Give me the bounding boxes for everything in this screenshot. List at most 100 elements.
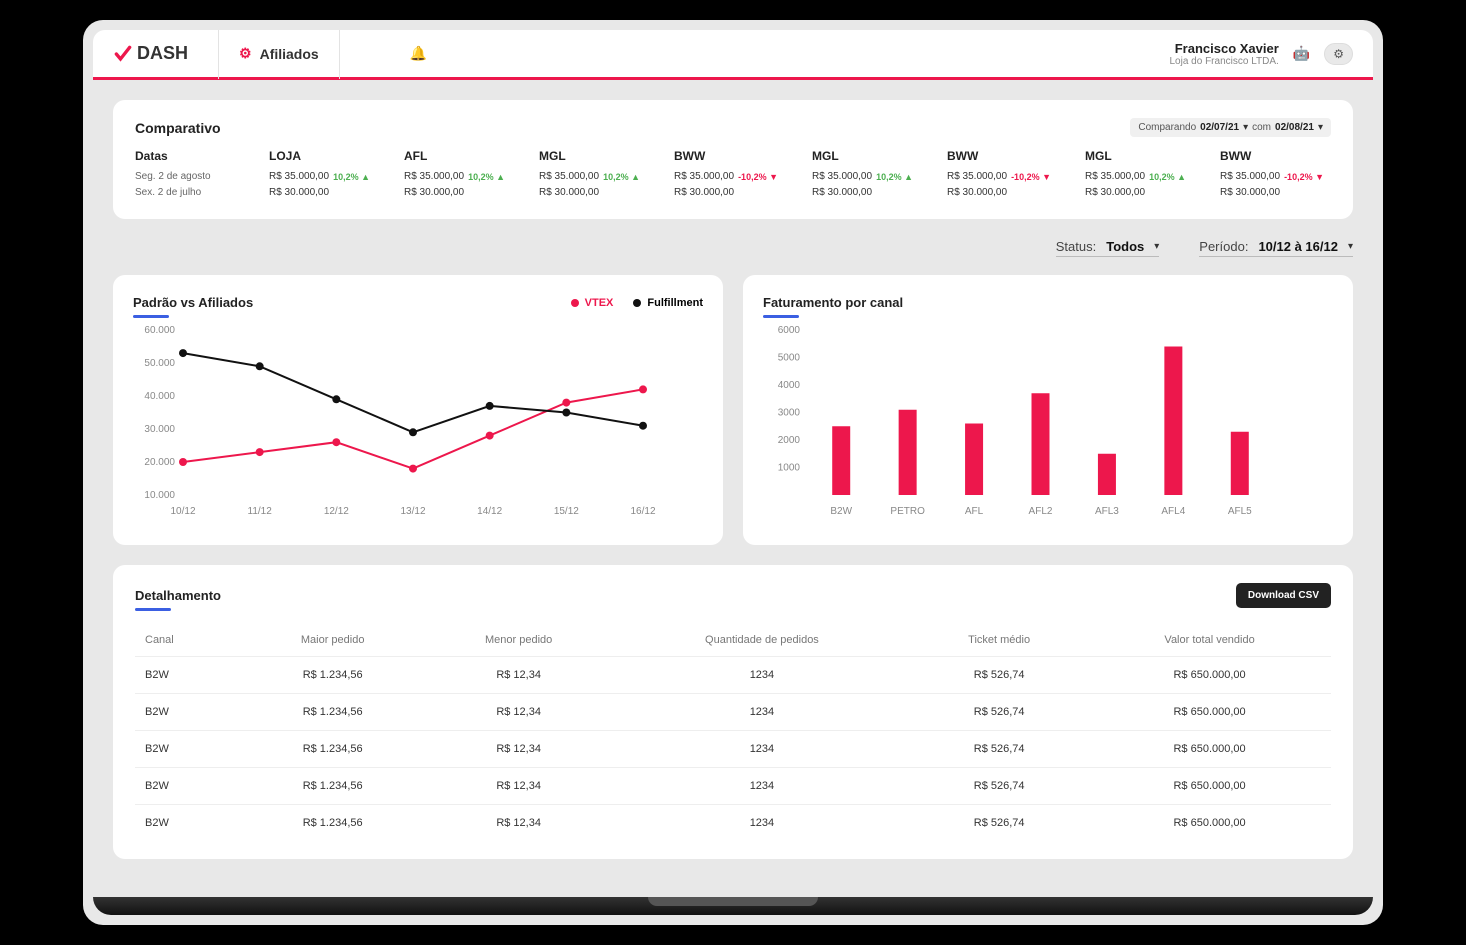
table-header: Ticket médio bbox=[910, 624, 1088, 657]
metric-value: R$ 35.000,00 -10,2% ▼ bbox=[1220, 169, 1324, 185]
metric-label: MGL bbox=[1085, 149, 1186, 163]
metric-column: LOJA R$ 35.000,00 10,2% ▲ R$ 30.000,00 bbox=[269, 149, 370, 201]
table-cell: R$ 650.000,00 bbox=[1088, 694, 1331, 731]
comparativo-card: Comparativo Comparando 02/07/21▾ com 02/… bbox=[113, 100, 1353, 219]
table-cell: R$ 526,74 bbox=[910, 731, 1088, 768]
metric-value: R$ 30.000,00 bbox=[269, 185, 370, 201]
bell-icon[interactable]: 🔔 bbox=[410, 45, 427, 62]
metric-value: R$ 35.000,00 10,2% ▲ bbox=[1085, 169, 1186, 185]
metric-label: BWW bbox=[947, 149, 1051, 163]
svg-text:40.000: 40.000 bbox=[144, 391, 175, 402]
svg-text:15/12: 15/12 bbox=[554, 506, 579, 517]
gear-icon[interactable]: ⚙ bbox=[1324, 43, 1353, 65]
svg-text:6000: 6000 bbox=[778, 325, 801, 336]
svg-text:B2W: B2W bbox=[830, 506, 852, 517]
metric-value: R$ 30.000,00 bbox=[674, 185, 778, 201]
table-cell: R$ 12,34 bbox=[424, 694, 614, 731]
chart-title: Faturamento por canal bbox=[763, 295, 903, 310]
affiliates-icon: ⚙ bbox=[239, 45, 252, 62]
top-bar: DASH ⚙ Afiliados 🔔 Francisco Xavier Loja… bbox=[93, 30, 1373, 80]
date-line: Sex. 2 de julho bbox=[135, 185, 235, 201]
metric-value: R$ 35.000,00 10,2% ▲ bbox=[404, 169, 505, 185]
chevron-down-icon: ▾ bbox=[1154, 241, 1159, 252]
breadcrumb[interactable]: ⚙ Afiliados bbox=[218, 30, 340, 79]
table-cell: R$ 650.000,00 bbox=[1088, 768, 1331, 805]
period-filter[interactable]: Período: 10/12 à 16/12 ▾ bbox=[1199, 239, 1353, 257]
table-header: Valor total vendido bbox=[1088, 624, 1331, 657]
svg-text:13/12: 13/12 bbox=[400, 506, 425, 517]
filters-bar: Status: Todos ▾ Período: 10/12 à 16/12 ▾ bbox=[113, 239, 1353, 257]
app-logo: DASH bbox=[113, 43, 188, 64]
chevron-down-icon: ▾ bbox=[1318, 122, 1323, 133]
table-row: B2WR$ 1.234,56R$ 12,341234R$ 526,74R$ 65… bbox=[135, 731, 1331, 768]
metric-value: R$ 30.000,00 bbox=[539, 185, 640, 201]
svg-text:60.000: 60.000 bbox=[144, 325, 175, 336]
metric-value: R$ 30.000,00 bbox=[1220, 185, 1324, 201]
line-chart-card: Padrão vs Afiliados VTEX Fulfillment 10.… bbox=[113, 275, 723, 545]
svg-text:AFL4: AFL4 bbox=[1161, 506, 1185, 517]
table-cell: B2W bbox=[135, 805, 242, 842]
table-cell: R$ 1.234,56 bbox=[242, 768, 424, 805]
svg-text:4000: 4000 bbox=[778, 380, 801, 391]
status-filter[interactable]: Status: Todos ▾ bbox=[1056, 239, 1160, 257]
svg-text:30.000: 30.000 bbox=[144, 424, 175, 435]
user-block[interactable]: Francisco Xavier Loja do Francisco LTDA. bbox=[1169, 41, 1278, 67]
bar-chart: 100020003000400050006000B2WPETROAFLAFL2A… bbox=[763, 320, 1283, 520]
svg-text:10.000: 10.000 bbox=[144, 490, 175, 501]
table-cell: R$ 1.234,56 bbox=[242, 805, 424, 842]
bar-chart-card: Faturamento por canal 100020003000400050… bbox=[743, 275, 1353, 545]
table-cell: B2W bbox=[135, 731, 242, 768]
table-cell: 1234 bbox=[614, 657, 910, 694]
metric-value: R$ 35.000,00 -10,2% ▼ bbox=[674, 169, 778, 185]
metric-column: MGL R$ 35.000,00 10,2% ▲ R$ 30.000,00 bbox=[812, 149, 913, 201]
svg-text:3000: 3000 bbox=[778, 408, 801, 419]
table-cell: R$ 650.000,00 bbox=[1088, 805, 1331, 842]
table-cell: 1234 bbox=[614, 694, 910, 731]
table-cell: R$ 1.234,56 bbox=[242, 657, 424, 694]
metric-value: R$ 35.000,00 10,2% ▲ bbox=[539, 169, 640, 185]
metric-column: MGL R$ 35.000,00 10,2% ▲ R$ 30.000,00 bbox=[1085, 149, 1186, 201]
metric-value: R$ 35.000,00 10,2% ▲ bbox=[812, 169, 913, 185]
table-cell: B2W bbox=[135, 694, 242, 731]
metric-column: BWW R$ 35.000,00 -10,2% ▼ R$ 30.000,00 bbox=[1220, 149, 1324, 201]
metric-value: R$ 30.000,00 bbox=[1085, 185, 1186, 201]
chevron-down-icon: ▾ bbox=[1243, 122, 1248, 133]
metric-column: BWW R$ 35.000,00 -10,2% ▼ R$ 30.000,00 bbox=[947, 149, 1051, 201]
table-cell: R$ 526,74 bbox=[910, 768, 1088, 805]
compare-range-selector[interactable]: Comparando 02/07/21▾ com 02/08/21▾ bbox=[1130, 118, 1331, 137]
metric-label: AFL bbox=[404, 149, 505, 163]
table-cell: R$ 526,74 bbox=[910, 694, 1088, 731]
robot-icon[interactable]: 🤖 bbox=[1293, 45, 1310, 62]
table-cell: R$ 12,34 bbox=[424, 657, 614, 694]
table-cell: R$ 526,74 bbox=[910, 657, 1088, 694]
svg-text:AFL3: AFL3 bbox=[1095, 506, 1119, 517]
chevron-down-icon: ▾ bbox=[1348, 241, 1353, 252]
metric-label: BWW bbox=[1220, 149, 1324, 163]
metric-value: R$ 30.000,00 bbox=[404, 185, 505, 201]
svg-text:16/12: 16/12 bbox=[630, 506, 655, 517]
table-header: Menor pedido bbox=[424, 624, 614, 657]
metric-value: R$ 35.000,00 10,2% ▲ bbox=[269, 169, 370, 185]
svg-text:10/12: 10/12 bbox=[170, 506, 195, 517]
table-cell: R$ 650.000,00 bbox=[1088, 731, 1331, 768]
table-cell: B2W bbox=[135, 768, 242, 805]
laptop-base bbox=[93, 897, 1373, 915]
table-cell: R$ 12,34 bbox=[424, 731, 614, 768]
svg-text:11/12: 11/12 bbox=[248, 506, 273, 517]
logo-text: DASH bbox=[137, 43, 188, 64]
metric-column: AFL R$ 35.000,00 10,2% ▲ R$ 30.000,00 bbox=[404, 149, 505, 201]
svg-text:14/12: 14/12 bbox=[477, 506, 502, 517]
detalhamento-table: CanalMaior pedidoMenor pedidoQuantidade … bbox=[135, 624, 1331, 841]
table-cell: 1234 bbox=[614, 805, 910, 842]
metric-column: MGL R$ 35.000,00 10,2% ▲ R$ 30.000,00 bbox=[539, 149, 640, 201]
svg-text:5000: 5000 bbox=[778, 353, 801, 364]
table-header: Quantidade de pedidos bbox=[614, 624, 910, 657]
legend-fulfillment: Fulfillment bbox=[633, 297, 703, 309]
user-name: Francisco Xavier bbox=[1169, 41, 1278, 56]
table-cell: R$ 1.234,56 bbox=[242, 731, 424, 768]
download-csv-button[interactable]: Download CSV bbox=[1236, 583, 1331, 608]
dates-header: Datas bbox=[135, 149, 235, 163]
detalhamento-title: Detalhamento bbox=[135, 588, 221, 603]
table-cell: 1234 bbox=[614, 768, 910, 805]
breadcrumb-label: Afiliados bbox=[260, 46, 319, 62]
